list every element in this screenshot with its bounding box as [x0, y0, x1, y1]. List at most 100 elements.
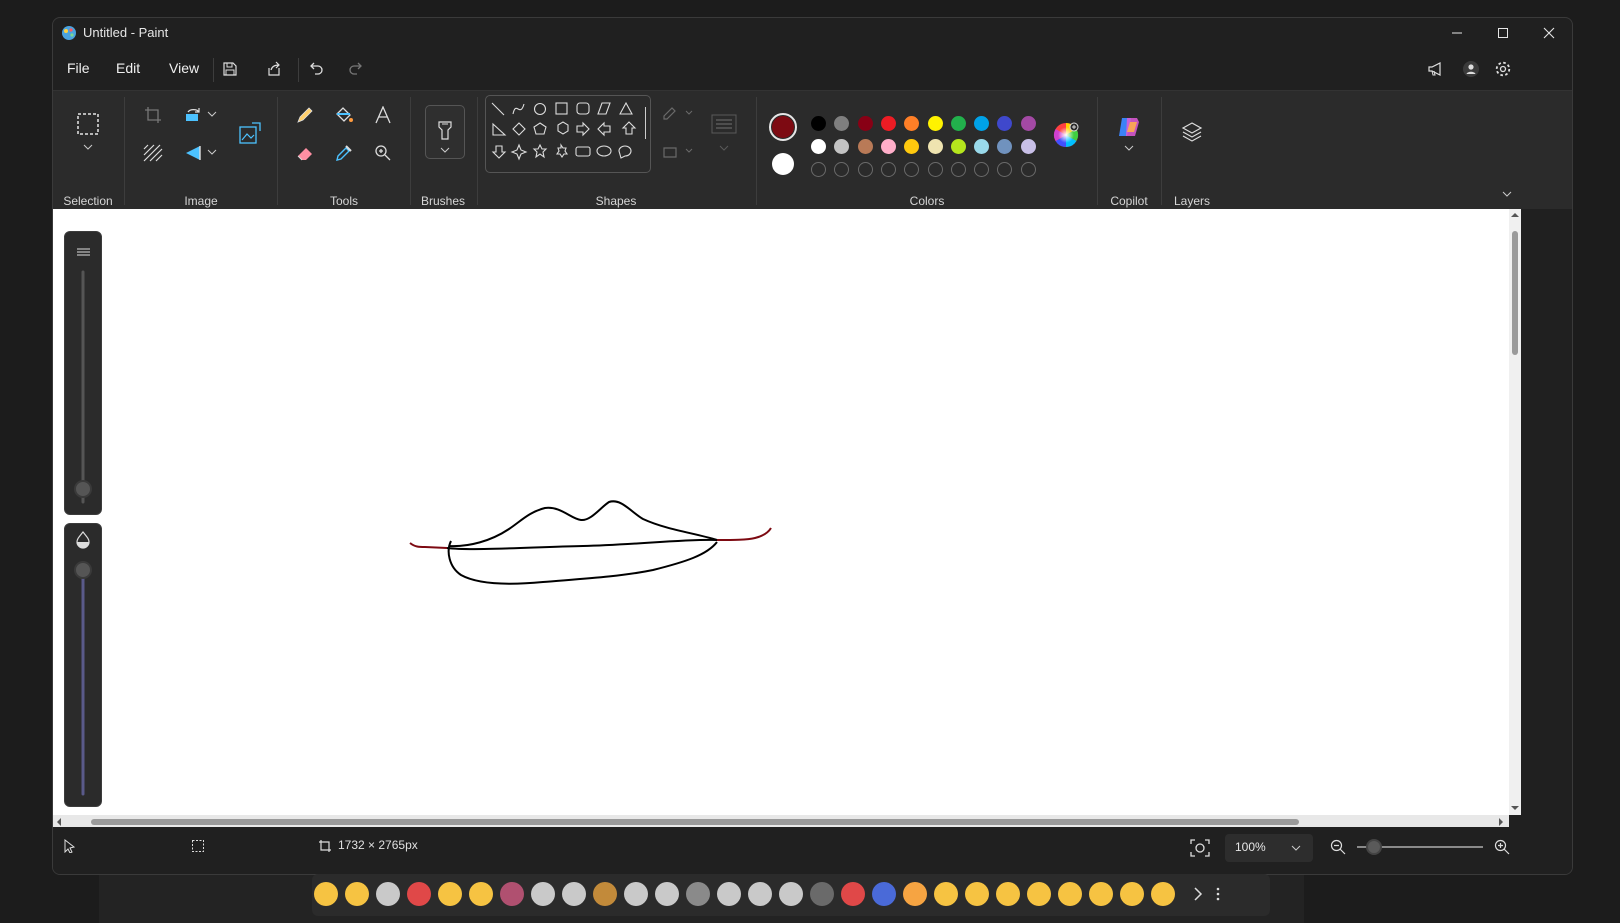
pencil-tool[interactable]	[293, 103, 317, 127]
custom-color-slot[interactable]	[904, 162, 920, 177]
color-swatch[interactable]	[834, 116, 850, 131]
emoji-ghost-icon[interactable]	[562, 882, 586, 906]
custom-color-slot[interactable]	[834, 162, 850, 177]
color-swatch[interactable]	[1020, 116, 1036, 131]
custom-color-slot[interactable]	[811, 162, 826, 177]
emoji-alien-icon[interactable]	[655, 882, 679, 906]
brush-size-slider[interactable]	[65, 232, 101, 514]
custom-color-slot[interactable]	[974, 162, 990, 177]
line-size-dropdown[interactable]	[717, 143, 731, 153]
primary-color-button[interactable]	[769, 113, 797, 141]
undo-button[interactable]	[303, 56, 331, 82]
zoom-in-button[interactable]	[1492, 837, 1512, 857]
emoji-bird-icon[interactable]	[500, 882, 524, 906]
maximize-button[interactable]	[1480, 18, 1526, 48]
emoji-screaming-icon[interactable]	[438, 882, 462, 906]
emoji-joy-icon[interactable]	[1089, 882, 1113, 906]
settings-button[interactable]	[1489, 56, 1517, 82]
color-swatch[interactable]	[927, 139, 943, 154]
zoom-slider[interactable]	[1355, 837, 1485, 857]
shape-outline-button[interactable]	[661, 101, 695, 125]
feedback-button[interactable]	[1422, 56, 1450, 82]
account-button[interactable]	[1457, 56, 1485, 82]
opacity-slider[interactable]	[65, 524, 101, 806]
emoji-smile-teeth-icon[interactable]	[903, 882, 927, 906]
color-swatch[interactable]	[880, 139, 896, 154]
custom-color-slot[interactable]	[1020, 162, 1036, 177]
copilot-button[interactable]	[1115, 113, 1143, 141]
copilot-dropdown[interactable]	[1122, 143, 1136, 153]
save-button[interactable]	[216, 56, 244, 82]
menu-file[interactable]: File	[61, 58, 96, 78]
emoji-grin-icon[interactable]	[996, 882, 1020, 906]
color-swatch[interactable]	[880, 116, 896, 131]
emoji-skier-icon[interactable]	[531, 882, 555, 906]
line-size-button[interactable]	[709, 111, 739, 137]
close-button[interactable]	[1526, 18, 1572, 48]
color-swatch[interactable]	[811, 116, 826, 131]
custom-color-slot[interactable]	[950, 162, 966, 177]
color-swatch[interactable]	[834, 139, 850, 154]
color-swatch[interactable]	[997, 116, 1013, 131]
selection-dropdown[interactable]	[81, 141, 95, 153]
emoji-laughing-crying-icon[interactable]	[314, 882, 338, 906]
color-swatch[interactable]	[950, 139, 966, 154]
emoji-laughing-icon[interactable]	[1027, 882, 1051, 906]
custom-color-slot[interactable]	[927, 162, 943, 177]
color-picker-tool[interactable]	[332, 141, 356, 165]
emoji-pen-icon[interactable]	[810, 882, 834, 906]
fill-tool[interactable]	[332, 103, 356, 127]
drawing-canvas[interactable]	[53, 209, 1509, 815]
text-tool[interactable]	[371, 103, 395, 127]
emoji-next-button[interactable]	[1188, 884, 1208, 904]
fit-to-window-button[interactable]	[1186, 834, 1214, 862]
crop-button[interactable]	[141, 103, 165, 127]
rotate-button[interactable]	[181, 103, 205, 127]
flip-dropdown[interactable]	[205, 145, 219, 159]
emoji-zombie-icon[interactable]	[624, 882, 648, 906]
minimize-button[interactable]	[1434, 18, 1480, 48]
emoji-zombie-icon[interactable]	[376, 882, 400, 906]
share-button[interactable]	[260, 56, 288, 82]
emoji-wink-icon[interactable]	[1151, 882, 1175, 906]
emoji-slight-smile-icon[interactable]	[934, 882, 958, 906]
color-swatch[interactable]	[927, 116, 943, 131]
color-swatch[interactable]	[904, 116, 920, 131]
emoji-monkey-icon[interactable]	[593, 882, 617, 906]
remove-background-button[interactable]	[141, 141, 165, 165]
secondary-color-button[interactable]	[772, 153, 794, 175]
color-swatch[interactable]	[857, 116, 873, 131]
emoji-text-icon[interactable]	[686, 882, 710, 906]
ribbon-collapse-button[interactable]	[1500, 187, 1514, 201]
menu-edit[interactable]: Edit	[110, 58, 146, 78]
vertical-scrollbar[interactable]	[1509, 209, 1521, 815]
emoji-winking-icon[interactable]	[345, 882, 369, 906]
redo-button[interactable]	[341, 56, 369, 82]
horizontal-scrollbar[interactable]	[53, 815, 1509, 827]
emoji-star-struck-icon[interactable]	[1120, 882, 1144, 906]
emoji-more-button[interactable]	[1212, 884, 1224, 904]
color-swatch[interactable]	[811, 139, 826, 154]
emoji-red-x-icon[interactable]	[407, 882, 431, 906]
eraser-tool[interactable]	[293, 141, 317, 165]
magnifier-tool[interactable]	[371, 141, 395, 165]
emoji-ghost-icon[interactable]	[779, 882, 803, 906]
custom-color-slot[interactable]	[880, 162, 896, 177]
emoji-ghost-icon[interactable]	[717, 882, 741, 906]
brushes-dropdown[interactable]	[438, 145, 452, 155]
custom-color-slot[interactable]	[997, 162, 1013, 177]
custom-color-slot[interactable]	[857, 162, 873, 177]
shape-fill-button[interactable]	[661, 139, 695, 163]
emoji-rofl-icon[interactable]	[1058, 882, 1082, 906]
edit-colors-button[interactable]	[1052, 121, 1080, 149]
menu-view[interactable]: View	[163, 58, 205, 78]
emoji-pill-icon[interactable]	[841, 882, 865, 906]
color-swatch[interactable]	[950, 116, 966, 131]
emoji-heart-eyes-icon[interactable]	[469, 882, 493, 906]
color-swatch[interactable]	[1020, 139, 1036, 154]
emoji-pill-blue-icon[interactable]	[872, 882, 896, 906]
rotate-dropdown[interactable]	[205, 107, 219, 121]
zoom-out-button[interactable]	[1328, 837, 1348, 857]
emoji-tongue-icon[interactable]	[965, 882, 989, 906]
color-swatch[interactable]	[974, 139, 990, 154]
